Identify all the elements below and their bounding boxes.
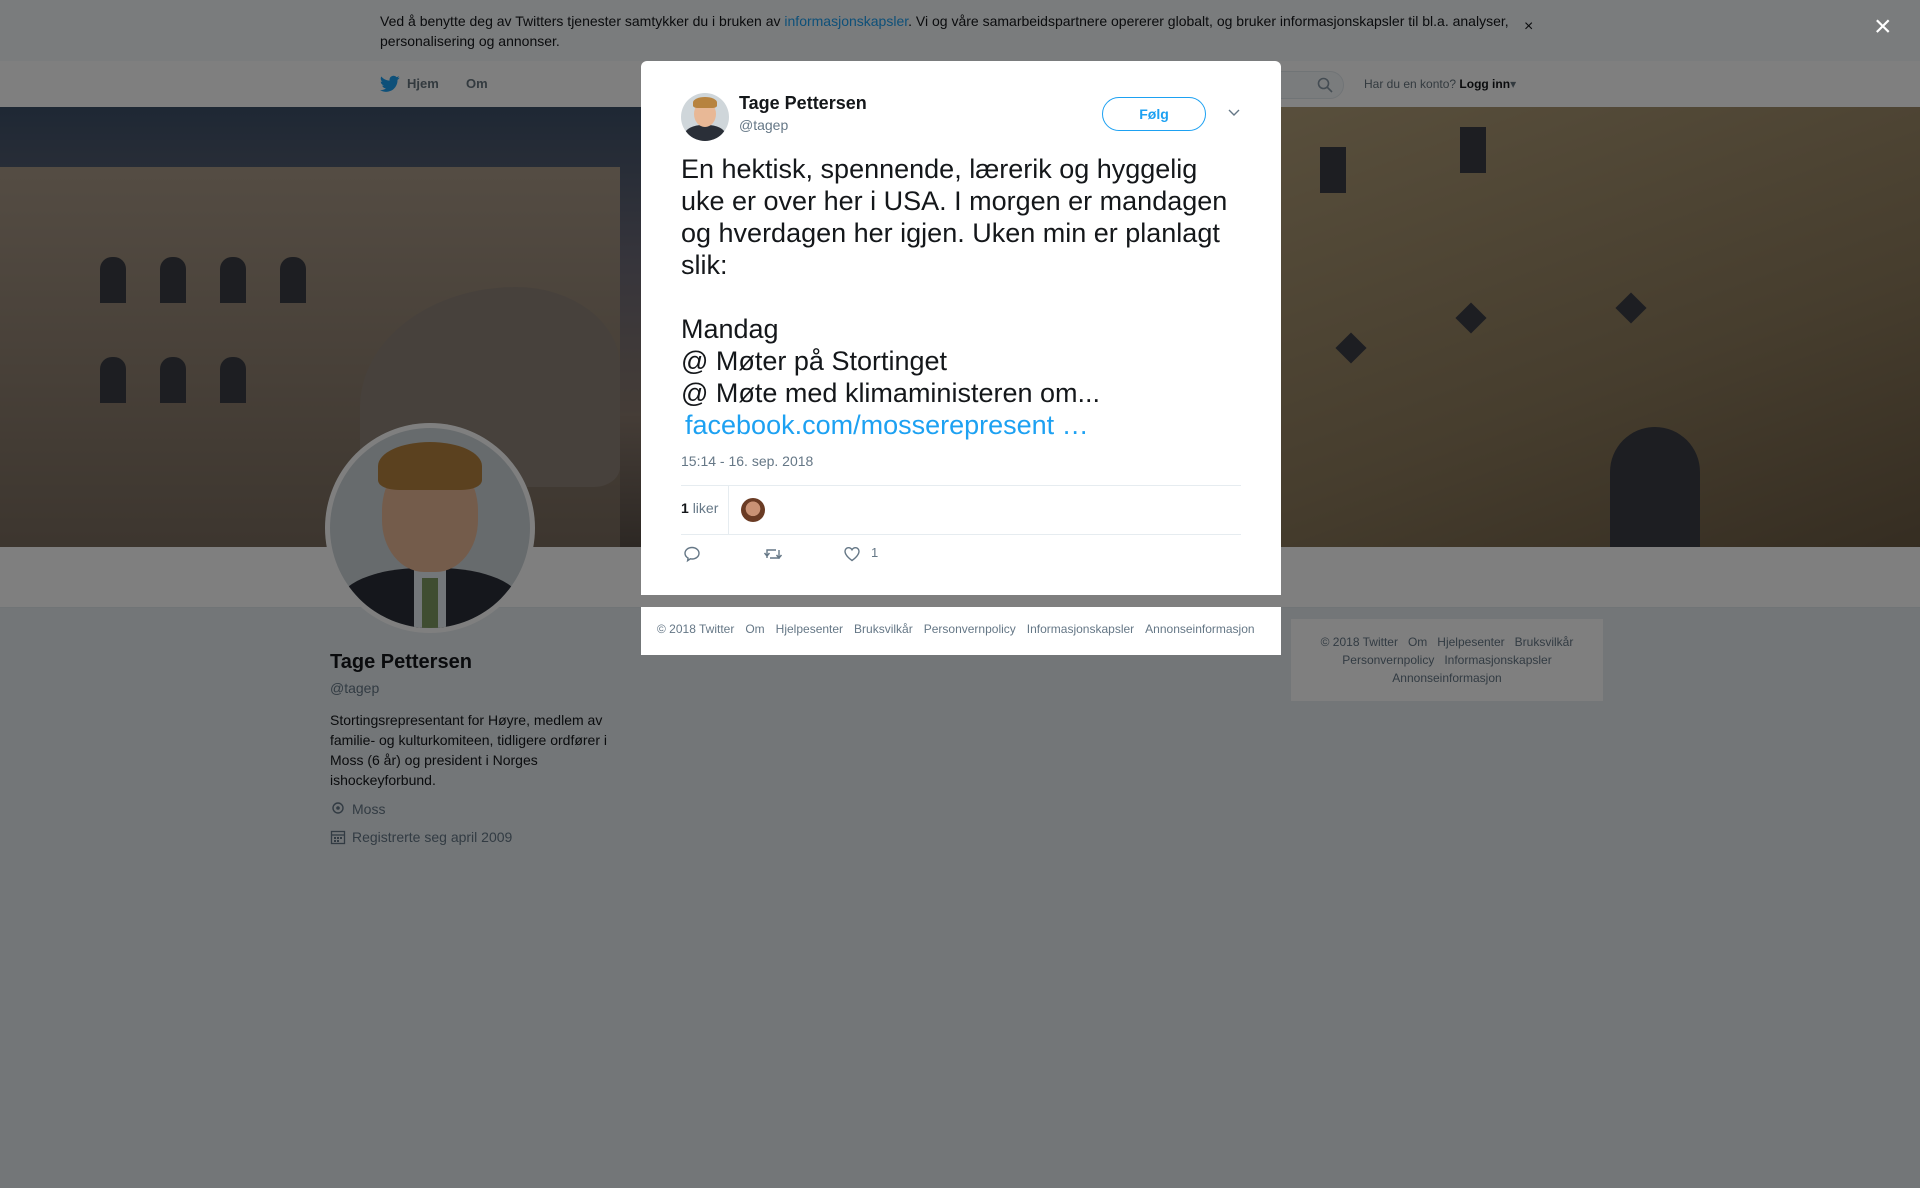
liker-avatar[interactable] bbox=[741, 498, 765, 522]
tweet-link[interactable]: facebook.com/mosserepresent … bbox=[681, 409, 1251, 441]
like-heart-icon[interactable] bbox=[843, 545, 861, 563]
footer-link-ads-info[interactable]: Annonseinformasjon bbox=[1145, 622, 1254, 636]
like-count: 1 bbox=[871, 545, 879, 560]
tweet-modal: Tage Pettersen @tagep Følg En hektisk, s… bbox=[641, 61, 1281, 595]
tweet-line: En hektisk, spennende, lærerik og hyggel… bbox=[681, 154, 1198, 184]
footer-link-about[interactable]: Om bbox=[745, 622, 764, 636]
likes-label: liker bbox=[692, 500, 719, 516]
footer-link-cookies[interactable]: Informasjonskapsler bbox=[1027, 622, 1134, 636]
tweet-text: En hektisk, spennende, lærerik og hyggel… bbox=[681, 153, 1251, 441]
tweet-line: @ Møter på Stortinget bbox=[681, 346, 948, 376]
author-handle[interactable]: @tagep bbox=[739, 117, 788, 133]
likes-count: 1 bbox=[681, 500, 689, 516]
tweet-actions: 1 bbox=[681, 545, 1241, 569]
tweet-line: slik: bbox=[681, 250, 728, 280]
tweet-line: @ Møte med klimaministeren om... bbox=[681, 378, 1101, 408]
author-avatar[interactable] bbox=[681, 93, 729, 141]
tweet-line bbox=[681, 281, 1251, 313]
footer-copyright: © 2018 Twitter bbox=[657, 622, 735, 636]
author-name[interactable]: Tage Pettersen bbox=[739, 93, 867, 114]
tweet-line: Mandag bbox=[681, 314, 779, 344]
follow-button[interactable]: Følg bbox=[1102, 97, 1206, 131]
reply-icon[interactable] bbox=[683, 545, 701, 563]
modal-close-icon[interactable]: × bbox=[1874, 10, 1892, 44]
footer-link-help[interactable]: Hjelpesenter bbox=[776, 622, 843, 636]
footer-link-privacy[interactable]: Personvernpolicy bbox=[924, 622, 1016, 636]
tweet-timestamp[interactable]: 15:14 - 16. sep. 2018 bbox=[681, 453, 813, 469]
retweet-icon[interactable] bbox=[763, 545, 783, 563]
chevron-down-icon[interactable] bbox=[1227, 107, 1241, 117]
stats-divider bbox=[728, 486, 729, 534]
likes-stat[interactable]: 1 liker bbox=[681, 500, 718, 516]
tweet-line: uke er over her i USA. I morgen er manda… bbox=[681, 186, 1228, 216]
footer-link-terms[interactable]: Bruksvilkår bbox=[854, 622, 913, 636]
tweet-stats: 1 liker bbox=[681, 485, 1241, 535]
tweet-line: og hverdagen her igjen. Uken min er plan… bbox=[681, 218, 1220, 248]
modal-footer: © 2018 Twitter Om Hjelpesenter Bruksvilkår P… bbox=[641, 607, 1281, 655]
